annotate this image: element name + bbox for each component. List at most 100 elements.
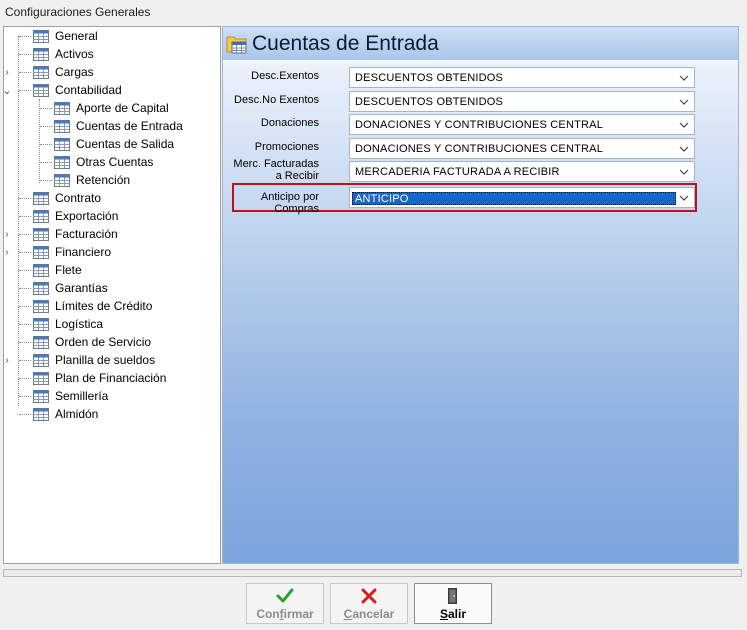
confirm-button[interactable]: Confirmar <box>246 583 324 624</box>
tree-item-cuentas-de-entrada[interactable]: Cuentas de Entrada <box>40 117 183 135</box>
folder-table-icon <box>226 36 247 53</box>
tree-item-plan-de-financiacion[interactable]: Plan de Financiación <box>19 369 166 387</box>
donaciones-select[interactable]: DONACIONES Y CONTRIBUCIONES CENTRAL <box>349 114 695 135</box>
field-label: Promociones <box>254 141 319 153</box>
tree-item-aporte-de-capital[interactable]: Aporte de Capital <box>40 99 169 117</box>
tree-item-label: Contabilidad <box>55 83 122 97</box>
tree-item-label: Límites de Crédito <box>55 299 153 313</box>
tree-item-contabilidad[interactable]: ⌄ Contabilidad <box>2 81 122 99</box>
tree-item-label: Orden de Servicio <box>55 335 152 349</box>
door-exit-icon <box>448 588 457 604</box>
tree-item-label: Garantías <box>55 281 108 295</box>
tree-item-label: General <box>55 29 98 43</box>
table-icon <box>33 245 49 259</box>
field-row-promociones: Promociones DONACIONES Y CONTRIBUCIONES … <box>223 138 713 160</box>
window-title: Configuraciones Generales <box>5 5 151 19</box>
panel-title: Cuentas de Entrada <box>252 31 439 55</box>
select-value: MERCADERIA FACTURADA A RECIBIR <box>355 166 560 178</box>
button-label: Cancelar <box>343 607 395 621</box>
tree-item-label: Planilla de sueldos <box>55 353 156 367</box>
tree-item-activos[interactable]: Activos <box>19 45 94 63</box>
chevron-right-icon[interactable]: › <box>2 63 12 81</box>
chevron-down-icon[interactable] <box>677 118 691 132</box>
tree-item-label: Retención <box>76 173 131 187</box>
tree-item-logistica[interactable]: Logística <box>19 315 103 333</box>
table-icon <box>54 119 70 133</box>
table-icon <box>54 101 70 115</box>
tree-item-almidon[interactable]: Almidón <box>19 405 98 423</box>
tree-item-label: Cargas <box>55 65 94 79</box>
tree-item-label: Contrato <box>55 191 102 205</box>
chevron-down-icon[interactable] <box>677 95 691 109</box>
field-label: Donaciones <box>260 117 319 129</box>
chevron-down-icon[interactable] <box>677 191 691 205</box>
field-row-desc-no-exentos: Desc.No Exentos DESCUENTOS OBTENIDOS <box>223 91 713 113</box>
table-icon <box>33 299 49 313</box>
chevron-right-icon[interactable]: › <box>2 225 12 243</box>
chevron-down-icon[interactable] <box>677 71 691 85</box>
tree-item-retencion[interactable]: Retención <box>40 171 130 189</box>
promociones-select[interactable]: DONACIONES Y CONTRIBUCIONES CENTRAL <box>349 138 695 159</box>
settings-panel: Cuentas de Entrada Desc.Exentos DESCUENT… <box>222 26 739 564</box>
table-icon <box>33 47 49 61</box>
tree-item-planilla-de-sueldos[interactable]: › Planilla de sueldos <box>5 351 156 369</box>
field-row-anticipo-compras: Anticipo por Compras ANTICIPO <box>223 187 713 215</box>
tree-item-label: Flete <box>55 263 82 277</box>
config-tree[interactable]: General Activos › Cargas ⌄ Contabilidad … <box>2 26 221 564</box>
field-label-line: Merc. Facturadas <box>233 158 319 170</box>
status-bar <box>3 569 742 577</box>
tree-item-general[interactable]: General <box>19 27 98 45</box>
cancel-button[interactable]: Cancelar <box>330 583 408 624</box>
field-label: Desc.No Exentos <box>234 94 319 106</box>
table-icon <box>33 335 49 349</box>
select-value: DONACIONES Y CONTRIBUCIONES CENTRAL <box>355 143 604 155</box>
chevron-down-icon[interactable] <box>677 142 691 156</box>
tree-item-label: Aporte de Capital <box>76 101 169 115</box>
desc-exentos-select[interactable]: DESCUENTOS OBTENIDOS <box>349 67 695 88</box>
tree-item-cargas[interactable]: › Cargas <box>5 63 94 81</box>
field-row-merc-facturadas: Merc. Facturadas a Recibir MERCADERIA FA… <box>223 158 713 183</box>
table-icon <box>33 83 49 97</box>
table-icon <box>33 29 49 43</box>
desc-no-exentos-select[interactable]: DESCUENTOS OBTENIDOS <box>349 91 695 112</box>
tree-item-contrato[interactable]: Contrato <box>19 189 101 207</box>
tree-item-limites-de-credito[interactable]: Límites de Crédito <box>19 297 152 315</box>
chevron-down-icon[interactable] <box>677 165 691 179</box>
select-value: DONACIONES Y CONTRIBUCIONES CENTRAL <box>355 119 604 131</box>
tree-item-label: Exportación <box>55 209 119 223</box>
chevron-right-icon[interactable]: › <box>2 351 12 369</box>
field-row-donaciones: Donaciones DONACIONES Y CONTRIBUCIONES C… <box>223 114 713 136</box>
tree-item-financiero[interactable]: › Financiero <box>5 243 112 261</box>
tree-item-facturacion[interactable]: › Facturación <box>5 225 118 243</box>
tree-item-cuentas-de-salida[interactable]: Cuentas de Salida <box>40 135 174 153</box>
button-label: Salir <box>439 607 467 621</box>
table-icon <box>33 191 49 205</box>
tree-item-otras-cuentas[interactable]: Otras Cuentas <box>40 153 153 171</box>
tree-item-label: Financiero <box>55 245 112 259</box>
table-icon <box>54 137 70 151</box>
tree-item-exportacion[interactable]: Exportación <box>19 207 118 225</box>
merc-facturadas-select[interactable]: MERCADERIA FACTURADA A RECIBIR <box>349 161 695 182</box>
table-icon <box>33 407 49 421</box>
tree-item-garantias[interactable]: Garantías <box>19 279 108 297</box>
field-label: Desc.Exentos <box>251 70 319 82</box>
close-icon <box>361 588 377 604</box>
anticipo-compras-select[interactable]: ANTICIPO <box>349 187 695 208</box>
exit-button[interactable]: Salir <box>414 583 492 624</box>
tree-item-flete[interactable]: Flete <box>19 261 82 279</box>
table-icon <box>33 263 49 277</box>
tree-item-orden-de-servicio[interactable]: Orden de Servicio <box>19 333 151 351</box>
button-label: Confirmar <box>256 607 314 621</box>
field-label: Merc. Facturadas a Recibir <box>233 158 319 182</box>
chevron-down-icon[interactable]: ⌄ <box>2 81 12 99</box>
table-icon <box>54 173 70 187</box>
table-icon <box>33 371 49 385</box>
chevron-right-icon[interactable]: › <box>2 243 12 261</box>
tree-item-semilleria[interactable]: Semillería <box>19 387 108 405</box>
table-icon <box>33 317 49 331</box>
table-icon <box>33 209 49 223</box>
select-value: ANTICIPO <box>352 192 676 205</box>
field-label: Anticipo por Compras <box>260 191 319 215</box>
tree-item-label: Cuentas de Salida <box>76 137 175 151</box>
tree-item-label: Facturación <box>55 227 118 241</box>
